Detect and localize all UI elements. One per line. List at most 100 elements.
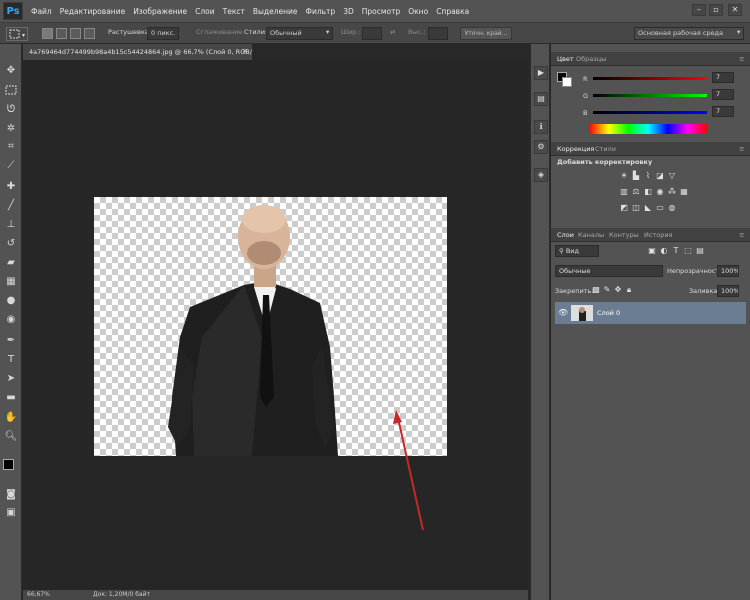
- document-image[interactable]: [94, 197, 447, 456]
- panel-menu-icon[interactable]: ≡: [739, 231, 744, 239]
- filter-type-icon[interactable]: T: [671, 246, 681, 256]
- blend-mode-select[interactable]: Обычные: [555, 265, 663, 277]
- brightness-icon[interactable]: ☀: [619, 171, 629, 181]
- add-selection-icon[interactable]: [56, 28, 67, 39]
- tab-adjustments[interactable]: Коррекция: [557, 145, 594, 153]
- channel-g-input[interactable]: 7: [712, 89, 734, 100]
- swap-icon[interactable]: ⇄: [390, 28, 395, 36]
- marquee-tool-icon[interactable]: [4, 84, 18, 98]
- color-spectrum-bar[interactable]: [589, 124, 707, 134]
- play-actions-icon[interactable]: ▶: [534, 66, 548, 80]
- menu-edit[interactable]: Редактирование: [60, 7, 125, 16]
- workspace-select[interactable]: Основная рабочая среда: [634, 27, 744, 40]
- zoom-level[interactable]: 66,67%: [27, 591, 50, 598]
- screen-mode-icon[interactable]: ▣: [4, 506, 18, 520]
- menu-type[interactable]: Текст: [223, 7, 245, 16]
- tab-swatches[interactable]: Образцы: [576, 55, 606, 63]
- tab-layers[interactable]: Слои: [557, 231, 574, 239]
- lasso-tool-icon[interactable]: ᘎ: [4, 103, 18, 117]
- channel-mixer-icon[interactable]: ⁂: [667, 187, 677, 197]
- channel-g-slider[interactable]: [593, 94, 707, 97]
- info-panel-icon[interactable]: ℹ: [534, 120, 548, 134]
- crop-tool-icon[interactable]: ⌗: [4, 140, 18, 154]
- color-bg-swatch[interactable]: [562, 77, 572, 87]
- vibrance-icon[interactable]: ▽: [667, 171, 677, 181]
- quick-mask-icon[interactable]: ◙: [4, 488, 18, 502]
- selective-color-icon[interactable]: ◍: [667, 203, 677, 213]
- filter-pixel-icon[interactable]: ▣: [647, 246, 657, 256]
- history-brush-icon[interactable]: ↺: [4, 237, 18, 251]
- gradient-tool-icon[interactable]: ▦: [4, 275, 18, 289]
- subtract-selection-icon[interactable]: [70, 28, 81, 39]
- lock-all-icon[interactable]: 🔒︎: [624, 285, 634, 295]
- filter-shape-icon[interactable]: ⬚: [683, 246, 693, 256]
- color-balance-icon[interactable]: ⚖: [631, 187, 641, 197]
- close-document-icon[interactable]: ×: [242, 47, 248, 55]
- menu-image[interactable]: Изображение: [133, 7, 187, 16]
- close-window-button[interactable]: ✕: [728, 4, 742, 16]
- refine-edge-button[interactable]: Уточн. край...: [460, 27, 512, 40]
- menu-file[interactable]: Файл: [31, 7, 52, 16]
- channel-b-slider[interactable]: [593, 111, 707, 114]
- levels-icon[interactable]: ▙: [631, 171, 641, 181]
- style-select[interactable]: Обычный: [266, 27, 333, 40]
- panel-menu-icon[interactable]: ≡: [739, 145, 744, 153]
- layer-filter-select[interactable]: ⚲ Вид: [555, 245, 599, 257]
- opacity-input[interactable]: 100%: [717, 265, 739, 277]
- intersect-selection-icon[interactable]: [84, 28, 95, 39]
- eyedropper-icon[interactable]: ⟋: [4, 159, 18, 173]
- new-selection-icon[interactable]: [42, 28, 53, 39]
- height-input[interactable]: [428, 27, 448, 40]
- eraser-icon[interactable]: ▰: [4, 256, 18, 270]
- dodge-tool-icon[interactable]: ◉: [4, 313, 18, 327]
- 3d-panel-icon[interactable]: ◈: [534, 168, 548, 182]
- menu-layers[interactable]: Слои: [195, 7, 215, 16]
- filter-smart-icon[interactable]: ▤: [695, 246, 705, 256]
- hand-tool-icon[interactable]: ✋: [4, 411, 18, 425]
- threshold-icon[interactable]: ◣: [643, 203, 653, 213]
- filter-adjustment-icon[interactable]: ◐: [659, 246, 669, 256]
- type-tool-icon[interactable]: T: [4, 353, 18, 367]
- lock-position-icon[interactable]: ✥: [613, 285, 623, 295]
- panel-menu-icon[interactable]: ≡: [739, 55, 744, 63]
- tab-styles[interactable]: Стили: [595, 145, 616, 153]
- foreground-color-swatch[interactable]: [3, 459, 14, 470]
- menu-3d[interactable]: 3D: [343, 7, 354, 16]
- posterize-icon[interactable]: ◫: [631, 203, 641, 213]
- blur-tool-icon[interactable]: ●: [4, 294, 18, 308]
- tab-paths[interactable]: Контуры: [609, 231, 639, 239]
- clone-stamp-icon[interactable]: ⊥: [4, 218, 18, 232]
- color-lookup-icon[interactable]: ▦: [679, 187, 689, 197]
- maximize-button[interactable]: ▫: [709, 4, 723, 16]
- shape-tool-icon[interactable]: ▬: [4, 391, 18, 405]
- feather-input[interactable]: 0 пикс.: [147, 27, 179, 40]
- menu-help[interactable]: Справка: [436, 7, 469, 16]
- move-tool-icon[interactable]: ✥: [4, 64, 18, 78]
- menu-select[interactable]: Выделение: [253, 7, 298, 16]
- tab-color[interactable]: Цвет: [557, 55, 574, 63]
- menu-window[interactable]: Окно: [408, 7, 428, 16]
- brush-tool-icon[interactable]: ╱: [4, 199, 18, 213]
- width-input[interactable]: [362, 27, 382, 40]
- channel-r-slider[interactable]: [593, 77, 707, 80]
- channel-r-input[interactable]: 7: [712, 72, 734, 83]
- tab-history[interactable]: История: [644, 231, 672, 239]
- channel-b-input[interactable]: 7: [712, 106, 734, 117]
- path-selection-icon[interactable]: ➤: [4, 372, 18, 386]
- fill-input[interactable]: 100%: [717, 285, 739, 297]
- tab-channels[interactable]: Каналы: [578, 231, 604, 239]
- hue-saturation-icon[interactable]: ▥: [619, 187, 629, 197]
- magic-wand-icon[interactable]: ✲: [4, 122, 18, 136]
- lock-transparency-icon[interactable]: ▩: [591, 285, 601, 295]
- minimize-button[interactable]: –: [692, 4, 706, 16]
- photo-filter-icon[interactable]: ◉: [655, 187, 665, 197]
- invert-icon[interactable]: ◩: [619, 203, 629, 213]
- exposure-icon[interactable]: ◪: [655, 171, 665, 181]
- document-tab[interactable]: 4a769464d774499b98a4b15c54424864.jpg @ 6…: [23, 44, 253, 60]
- tool-preset-picker[interactable]: ▾: [6, 27, 28, 41]
- black-white-icon[interactable]: ◧: [643, 187, 653, 197]
- zoom-tool-icon[interactable]: 🔍︎: [4, 430, 18, 444]
- healing-brush-icon[interactable]: ✚: [4, 180, 18, 194]
- menu-view[interactable]: Просмотр: [362, 7, 401, 16]
- layer-name[interactable]: Слой 0: [597, 309, 620, 317]
